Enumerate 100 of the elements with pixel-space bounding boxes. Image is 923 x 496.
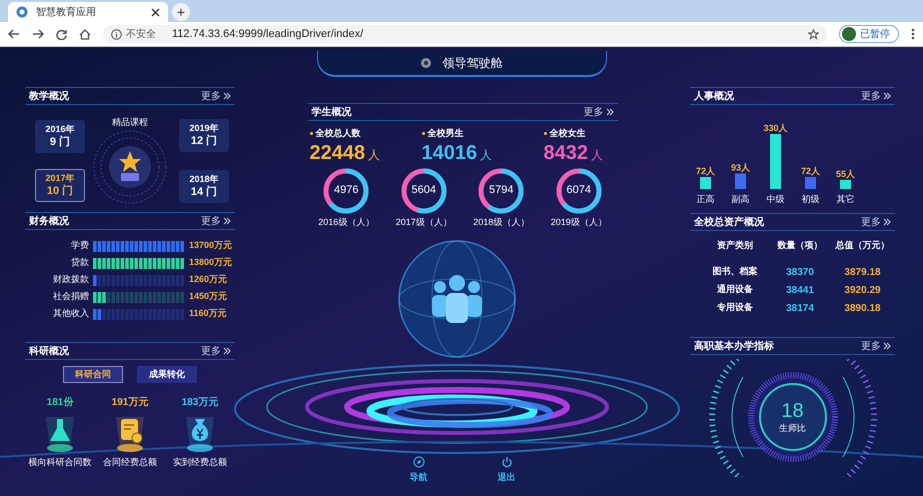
finance-label: 学费 [70,239,89,252]
finance-amount: 1160万元 [189,307,227,320]
back-icon [8,29,20,39]
more-link[interactable]: 更多 [861,338,891,354]
star-icon [808,28,819,40]
section-title: 科研概况 [29,344,69,358]
table-cell-text: 专用设备 [716,300,754,314]
site-icon [16,6,28,18]
double-chevron-icon [883,92,891,100]
more-link[interactable]: 更多 [201,214,231,228]
finance-label: 贷款 [70,256,89,270]
more-link[interactable]: 更多 [861,88,891,104]
section-title: 全校总资产概况 [694,216,764,230]
section-title: 人事概况 [694,90,734,104]
column-header: 资产类别 [716,239,754,252]
double-chevron-icon [223,92,231,100]
table-cell-text: 3920.29 [843,284,882,298]
more-link[interactable]: 更多 [201,344,231,358]
bar [770,134,781,189]
year-card[interactable]: 2019年 12 门 [179,118,229,152]
dashboard-title: 领导驾驶舱 [442,55,502,72]
total-value: 8432 [544,140,588,164]
finance-label: 社会捐赠 [52,290,89,304]
more-link[interactable]: 更多 [861,214,891,230]
finance-amount: 13800万元 [189,256,232,270]
table-cell-text: 38174 [785,302,815,316]
table-cell-text: 3890.18 [843,302,882,316]
section-title: 财务概况 [29,214,69,228]
stat-label: 实到经费总额 [173,456,227,469]
stat-label: 合同经费总额 [103,456,157,469]
donut-value: 5794 [489,183,514,198]
compass-icon [412,456,424,468]
power-icon [500,456,512,468]
table-cell-text: 图书、档案 [712,264,758,278]
table-cell-text: 3879.18 [843,266,882,280]
finance-amount: 1450万元 [189,290,228,304]
home-icon [79,28,91,40]
double-chevron-icon [606,108,614,116]
browser-tab[interactable]: 智慧教育应用 [8,2,168,22]
year-card[interactable]: 2017年 10 门 [35,168,85,202]
finance-label: 其他收入 [52,307,89,320]
double-chevron-icon [883,218,891,226]
bar-value-label: 93人 [731,162,750,172]
donut-value: 4976 [334,183,358,198]
stat-value: 181份 [46,396,74,410]
profile-button[interactable]: 已暂停 [839,25,899,43]
more-link[interactable]: 更多 [201,88,231,104]
research-tab[interactable]: 科研合同 [63,366,123,383]
table-cell-text: 通用设备 [716,282,754,296]
total-unit: 人 [368,146,380,164]
bar [805,177,816,189]
table-cell-text: 38370 [785,266,815,280]
finance-amount: 1260万元 [189,273,228,286]
security-label: 不安全 [126,28,156,42]
total-label: 全校总人数 [316,127,360,140]
total-label: 全校女生 [550,127,586,140]
axis-label: 中级 [766,194,784,204]
axis-label: 初级 [802,194,820,204]
column-header: 总值（万元） [834,239,890,252]
bar [700,177,711,189]
grade-label: 2016级（人） [318,216,374,228]
research-tab[interactable]: 成果转化 [137,366,197,383]
finance-label: 财政拨款 [52,273,89,286]
bar-value-label: 330人 [763,123,788,133]
emblem-label: 精品课程 [112,116,148,129]
forward-icon [32,29,44,39]
new-tab-button[interactable]: + [172,3,190,21]
grade-label: 2019级（人） [550,216,607,228]
finance-amount: 13700万元 [189,239,232,252]
donut-value: 5604 [412,183,436,198]
stat-value: 191万元 [112,396,148,410]
grade-label: 2018级（人） [473,216,530,228]
info-icon [111,28,122,40]
year-card[interactable]: 2016年 9 门 [35,120,85,152]
stat-label: 横向科研合同数 [28,456,92,469]
year-card[interactable]: 2018年 14 门 [179,170,229,202]
url-text: 112.74.33.64:9999/leadingDriver/index/ [172,26,364,42]
table-cell-text: 38441 [785,284,815,298]
double-chevron-icon [223,347,231,355]
column-header: 数量（项） [776,239,824,252]
bar [735,174,746,189]
nav-button[interactable]: 导航 [410,456,428,492]
address-bar[interactable]: 不安全 112.74.33.64:9999/leadingDriver/index/ [103,24,827,44]
close-icon [151,8,160,16]
section-title: 学生概况 [312,106,352,120]
gauge-value: 18 [781,400,804,422]
bar-value-label: 72人 [801,166,820,176]
bar [840,180,851,189]
double-chevron-icon [223,217,231,225]
axis-label: 副高 [732,194,750,204]
total-unit: 人 [591,146,603,164]
section-title: 高职基本办学指标 [694,339,774,354]
nav-button[interactable]: 退出 [498,456,516,492]
double-chevron-icon [883,342,891,350]
axis-label: 其它 [836,194,854,204]
total-label: 全校男生 [428,127,464,140]
more-link[interactable]: 更多 [584,104,614,120]
grade-label: 2017级（人） [396,216,452,228]
donut-value: 6074 [566,183,591,198]
reload-icon [56,28,67,40]
